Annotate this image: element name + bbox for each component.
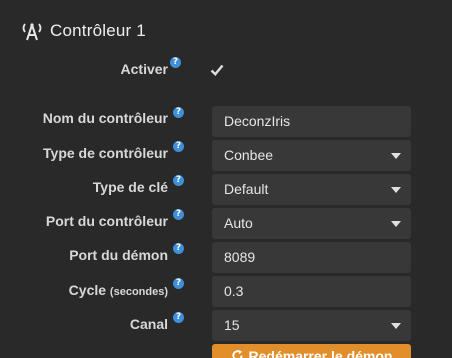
port-controleur-help-icon[interactable]: ? bbox=[173, 209, 184, 220]
type-cle-value: Default bbox=[224, 181, 269, 197]
type-controleur-value: Conbee bbox=[224, 147, 274, 163]
canal-help-icon[interactable]: ? bbox=[173, 312, 184, 323]
port-demon-input[interactable]: 8089 bbox=[212, 242, 411, 273]
nom-help-icon[interactable]: ? bbox=[173, 107, 184, 118]
type-cle-help-icon[interactable]: ? bbox=[173, 175, 184, 186]
controller-panel: Contrôleur 1 Activer ? Nom du contrôleur… bbox=[0, 0, 452, 358]
section-title: Contrôleur 1 bbox=[50, 21, 146, 40]
type-cle-select[interactable]: Default bbox=[212, 174, 411, 205]
chevron-down-icon bbox=[391, 153, 401, 159]
port-controleur-select[interactable]: Auto bbox=[212, 208, 411, 239]
nom-controleur-value: DeconzIris bbox=[224, 113, 291, 129]
port-controleur-value: Auto bbox=[224, 215, 253, 231]
chevron-down-icon bbox=[391, 323, 401, 329]
cycle-label-text: Cycle bbox=[68, 282, 107, 298]
cycle-help-icon[interactable]: ? bbox=[173, 278, 184, 289]
section-header: Contrôleur 1 bbox=[20, 18, 146, 44]
port-demon-help-icon[interactable]: ? bbox=[173, 243, 184, 254]
cycle-unit-label: (secondes) bbox=[109, 286, 168, 298]
type-cle-label: Type de clé bbox=[92, 179, 168, 195]
refresh-icon bbox=[231, 349, 243, 358]
type-controleur-label: Type de contrôleur bbox=[43, 145, 168, 161]
chevron-down-icon bbox=[391, 187, 401, 193]
antenna-icon bbox=[22, 23, 42, 41]
restart-daemon-button[interactable]: Redémarrer le démon bbox=[212, 344, 411, 358]
type-controleur-select[interactable]: Conbee bbox=[212, 140, 411, 171]
canal-select[interactable]: 15 bbox=[212, 310, 411, 341]
cycle-input[interactable]: 0.3 bbox=[212, 276, 411, 307]
port-controleur-label: Port du contrôleur bbox=[45, 213, 168, 229]
activer-checkbox[interactable] bbox=[209, 62, 225, 78]
canal-value: 15 bbox=[224, 317, 240, 333]
cycle-label: Cycle (secondes) bbox=[69, 281, 168, 301]
canal-label: Canal bbox=[129, 316, 168, 332]
restart-daemon-label: Redémarrer le démon bbox=[248, 348, 393, 358]
activer-help-icon[interactable]: ? bbox=[170, 57, 181, 68]
nom-controleur-label: Nom du contrôleur bbox=[42, 110, 168, 126]
cycle-value: 0.3 bbox=[224, 283, 244, 299]
nom-controleur-input[interactable]: DeconzIris bbox=[212, 106, 411, 137]
port-demon-value: 8089 bbox=[224, 249, 256, 265]
type-controleur-help-icon[interactable]: ? bbox=[173, 141, 184, 152]
activer-label: Activer bbox=[120, 61, 168, 77]
chevron-down-icon bbox=[391, 221, 401, 227]
port-demon-label: Port du démon bbox=[69, 247, 168, 263]
